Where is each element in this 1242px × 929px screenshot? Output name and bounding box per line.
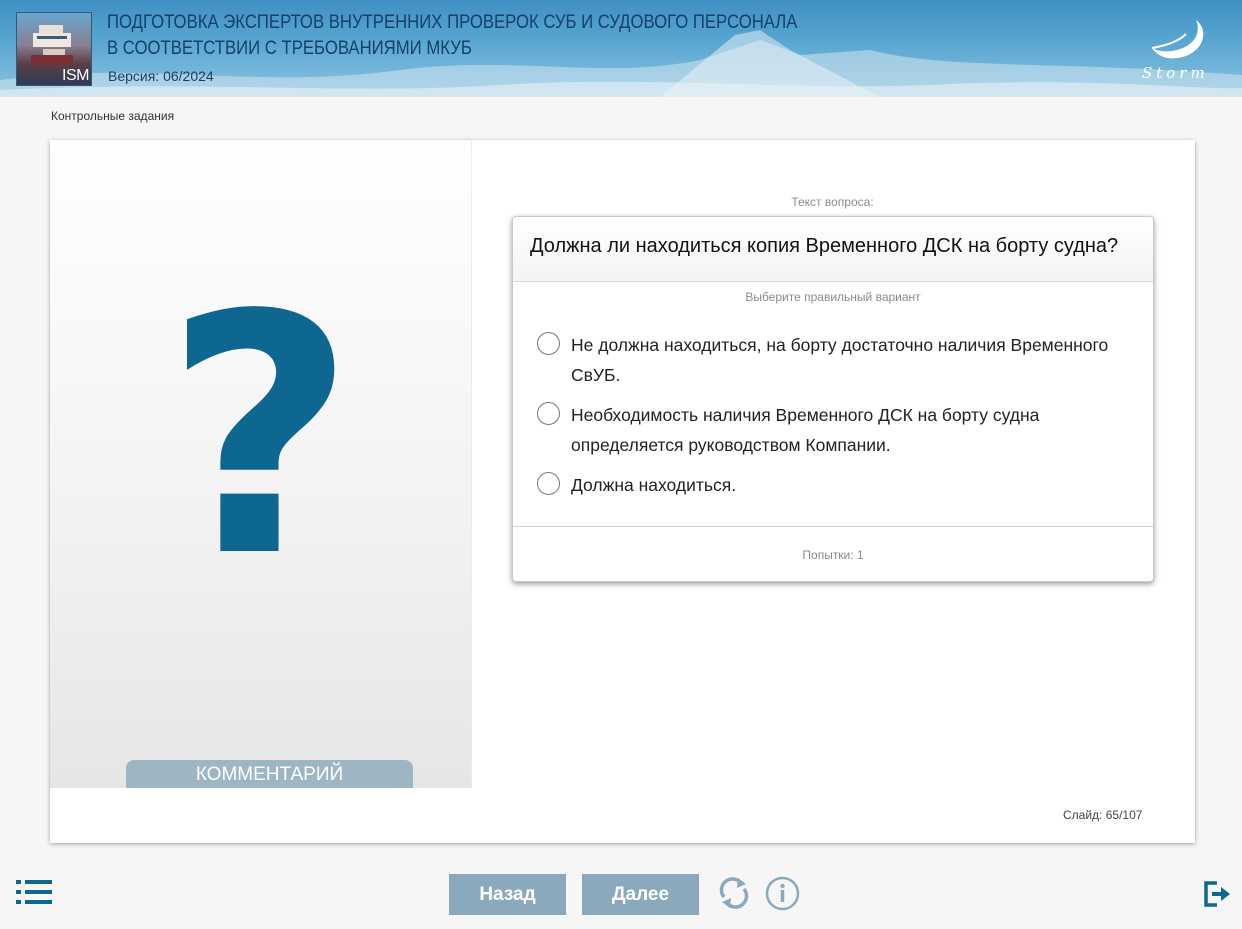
course-title: ПОДГОТОВКА ЭКСПЕРТОВ ВНУТРЕННИХ ПРОВЕРОК… bbox=[107, 10, 797, 62]
answer-option[interactable]: Необходимость наличия Временного ДСК на … bbox=[537, 400, 1137, 460]
illustration-panel: ? КОММЕНТАРИЙ bbox=[50, 140, 472, 788]
attempts-counter: Попытки: 1 bbox=[513, 526, 1153, 582]
ship-icon bbox=[31, 25, 73, 65]
course-title-line2: В СООТВЕТСТВИИ С ТРЕБОВАНИЯМИ МКУБ bbox=[107, 38, 472, 59]
answer-option[interactable]: Не должна находиться, на борту достаточн… bbox=[537, 330, 1137, 390]
storm-logo-text: Storm bbox=[1142, 64, 1209, 82]
radio-button[interactable] bbox=[537, 472, 560, 495]
info-icon[interactable] bbox=[765, 876, 800, 911]
radio-button[interactable] bbox=[537, 332, 560, 355]
answer-option-label: Необходимость наличия Временного ДСК на … bbox=[571, 405, 1040, 455]
course-title-line1: ПОДГОТОВКА ЭКСПЕРТОВ ВНУТРЕННИХ ПРОВЕРОК… bbox=[107, 12, 798, 33]
storm-logo: Storm bbox=[1142, 20, 1209, 82]
slide-card: ? КОММЕНТАРИЙ Текст вопроса: Должна ли н… bbox=[50, 140, 1195, 843]
ism-logo: ISM bbox=[16, 12, 92, 86]
question-box: Должна ли находиться копия Временного ДС… bbox=[512, 216, 1154, 582]
next-button[interactable]: Далее bbox=[582, 874, 699, 915]
breadcrumb: Контрольные задания bbox=[51, 109, 175, 123]
back-button[interactable]: Назад bbox=[449, 874, 566, 915]
question-mark-icon: ? bbox=[164, 245, 356, 629]
app-header: ISM ПОДГОТОВКА ЭКСПЕРТОВ ВНУТРЕННИХ ПРОВ… bbox=[0, 0, 1242, 97]
answer-option-label: Не должна находиться, на борту достаточн… bbox=[571, 335, 1109, 385]
answer-option-label: Должна находиться. bbox=[571, 475, 737, 495]
comment-tab[interactable]: КОММЕНТАРИЙ bbox=[126, 760, 413, 788]
slide-counter: Слайд: 65/107 bbox=[1063, 808, 1143, 822]
exit-icon[interactable] bbox=[1203, 880, 1231, 908]
question-caption: Текст вопроса: bbox=[791, 195, 874, 209]
menu-icon[interactable] bbox=[16, 880, 52, 904]
reload-icon[interactable] bbox=[716, 875, 752, 911]
radio-button[interactable] bbox=[537, 402, 560, 425]
version-label: Версия: 06/2024 bbox=[108, 68, 214, 84]
question-hint: Выберите правильный вариант bbox=[745, 290, 921, 304]
question-text: Должна ли находиться копия Временного ДС… bbox=[513, 217, 1153, 282]
logo-text: ISM bbox=[62, 67, 89, 84]
answer-option[interactable]: Должна находиться. bbox=[537, 470, 1137, 500]
answer-options: Не должна находиться, на борту достаточн… bbox=[537, 330, 1137, 510]
